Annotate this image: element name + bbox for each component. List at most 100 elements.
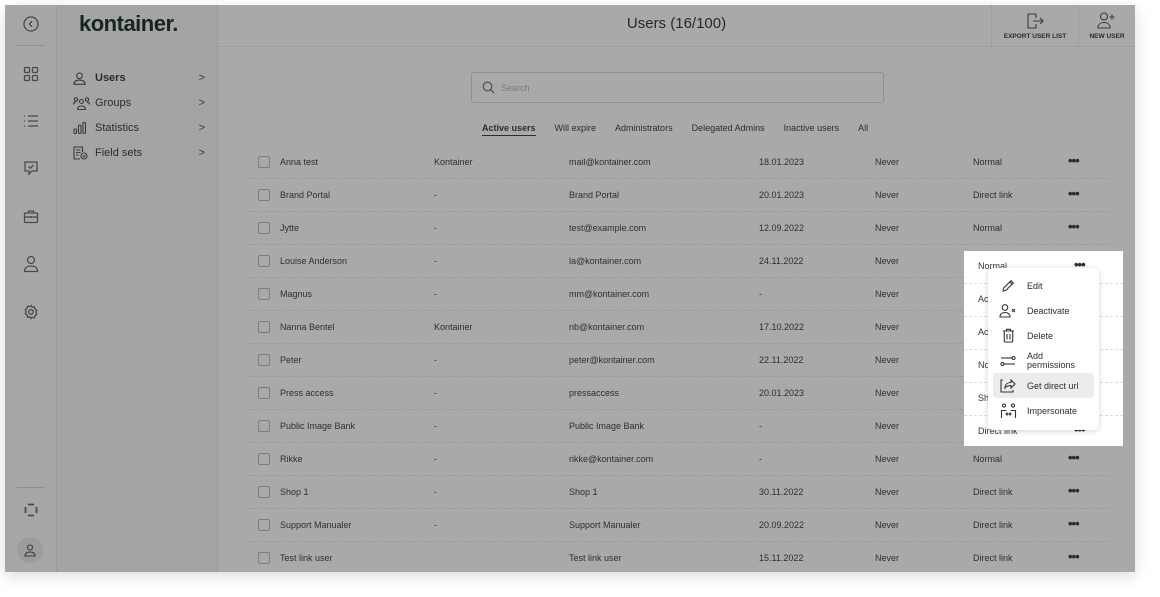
company: -: [434, 256, 437, 266]
table-row[interactable]: Anna test Kontainer mail@kontainer.com 18.0…: [248, 146, 1108, 179]
profile-avatar[interactable]: [17, 537, 43, 563]
user-name: Jytte: [280, 223, 300, 233]
menu-item-impersonate[interactable]: Impersonate: [993, 398, 1094, 423]
menu-item-label: Edit: [1027, 280, 1043, 291]
row-checkbox[interactable]: [258, 453, 270, 465]
menu-item-get-direct-url[interactable]: Get direct url: [993, 373, 1094, 398]
row-checkbox[interactable]: [258, 156, 270, 168]
menu-item-edit[interactable]: Edit: [993, 273, 1094, 298]
tab-will-expire[interactable]: Will expire: [555, 123, 597, 136]
row-checkbox[interactable]: [258, 288, 270, 300]
add-user-icon: [1097, 12, 1115, 29]
row-checkbox[interactable]: [258, 354, 270, 366]
share-link-icon: [1000, 378, 1016, 393]
user-name: Shop 1: [280, 487, 309, 497]
user-name: Brand Portal: [280, 190, 331, 200]
new-user-button[interactable]: NEW USER: [1078, 5, 1135, 47]
more-options-button[interactable]: •••: [1068, 219, 1080, 234]
created-date: 20.01.2023: [759, 388, 805, 398]
rail-divider: [17, 487, 45, 488]
tab-active-users[interactable]: Active users: [482, 123, 536, 136]
menu-item-label: Get direct url: [1027, 380, 1079, 391]
collapse-button[interactable]: [5, 9, 57, 39]
settings-icon: [24, 304, 38, 320]
chevron-right-icon: >: [198, 122, 205, 134]
row-checkbox[interactable]: [258, 321, 270, 333]
company: -: [434, 223, 437, 233]
company: -: [434, 355, 437, 365]
email: Brand Portal: [569, 190, 620, 200]
menu-item-add-permissions[interactable]: Add permissions: [993, 348, 1094, 373]
email: Public Image Bank: [569, 421, 645, 431]
table-row[interactable]: Test link user Test link user 15.11.2022 Ne…: [248, 542, 1108, 572]
nav-item-users[interactable]: Users >: [73, 67, 205, 89]
table-row[interactable]: Jytte - test@example.com 12.09.2022 Never Nor…: [248, 212, 1108, 245]
nav-item-label: Statistics: [95, 122, 140, 134]
company: Kontainer: [434, 157, 473, 167]
row-checkbox[interactable]: [258, 486, 270, 498]
more-options-button[interactable]: •••: [1068, 186, 1080, 201]
company: -: [434, 190, 437, 200]
more-options-button[interactable]: •••: [1068, 549, 1080, 564]
expires: Never: [875, 190, 900, 200]
user-icon: [23, 255, 39, 273]
created-date: 15.11.2022: [759, 553, 804, 563]
rail-settings[interactable]: [5, 297, 57, 327]
email: la@kontainer.com: [569, 256, 642, 266]
nav-item-groups[interactable]: Groups >: [73, 92, 205, 114]
menu-item-delete[interactable]: Delete: [993, 323, 1094, 348]
row-checkbox[interactable]: [258, 519, 270, 531]
export-user-list-button[interactable]: EXPORT USER LIST: [991, 5, 1078, 47]
tab-administrators[interactable]: Administrators: [615, 123, 673, 136]
user-remove-icon: [999, 303, 1016, 318]
rail-users[interactable]: [5, 249, 57, 279]
nav-item-field-sets[interactable]: Field sets >: [73, 142, 205, 164]
rail-approvals[interactable]: [5, 153, 57, 183]
rail-list[interactable]: [5, 106, 57, 136]
approval-icon: [24, 161, 38, 176]
more-options-button[interactable]: •••: [1068, 450, 1080, 465]
user-name: Magnus: [280, 289, 313, 299]
table-row[interactable]: Support Manualer - Support Manualer 20.09.2…: [248, 509, 1108, 542]
app-window: kontainer. Users > Groups > Statistics >…: [5, 5, 1135, 572]
tab-inactive-users[interactable]: Inactive users: [784, 123, 840, 136]
row-checkbox[interactable]: [258, 222, 270, 234]
tab-all[interactable]: All: [858, 123, 868, 136]
more-options-button[interactable]: •••: [1068, 516, 1080, 531]
table-row[interactable]: Rikke - rikke@kontainer.com - Never Normal •••: [248, 443, 1108, 476]
impersonate-icon: [1000, 402, 1016, 418]
row-checkbox[interactable]: [258, 189, 270, 201]
user-name: Support Manualer: [280, 520, 352, 530]
table-row[interactable]: Brand Portal - Brand Portal 20.01.2023 Never…: [248, 179, 1108, 212]
tab-delegated-admins[interactable]: Delegated Admins: [692, 123, 765, 136]
created-date: 30.11.2022: [759, 487, 804, 497]
created-date: -: [759, 454, 762, 464]
row-checkbox[interactable]: [258, 552, 270, 564]
created-date: 20.09.2022: [759, 520, 805, 530]
rail-focus[interactable]: [5, 495, 57, 525]
profile-icon: [24, 543, 36, 557]
expires: Never: [875, 223, 900, 233]
rail-briefcase[interactable]: [5, 201, 57, 231]
search-input[interactable]: [501, 82, 851, 93]
row-checkbox[interactable]: [258, 420, 270, 432]
more-options-button[interactable]: •••: [1068, 483, 1080, 498]
nav-item-statistics[interactable]: Statistics >: [73, 117, 205, 139]
menu-item-deactivate[interactable]: Deactivate: [993, 298, 1094, 323]
user-name: Rikke: [280, 454, 303, 464]
email: mail@kontainer.com: [569, 157, 651, 167]
row-checkbox[interactable]: [258, 255, 270, 267]
user-type: Normal: [973, 157, 1003, 167]
table-row[interactable]: Shop 1 - Shop 1 30.11.2022 Never Direct link •…: [248, 476, 1108, 509]
user-name: Anna test: [280, 157, 319, 167]
search-box[interactable]: [471, 72, 884, 103]
expires: Never: [875, 256, 900, 266]
email: Shop 1: [569, 487, 598, 497]
more-options-button[interactable]: •••: [1068, 153, 1080, 168]
pencil-icon: [1002, 279, 1015, 292]
company: -: [434, 388, 437, 398]
created-date: 22.11.2022: [759, 355, 804, 365]
rail-dashboard[interactable]: [5, 59, 57, 89]
row-checkbox[interactable]: [258, 387, 270, 399]
nav-item-label: Groups: [95, 97, 132, 109]
